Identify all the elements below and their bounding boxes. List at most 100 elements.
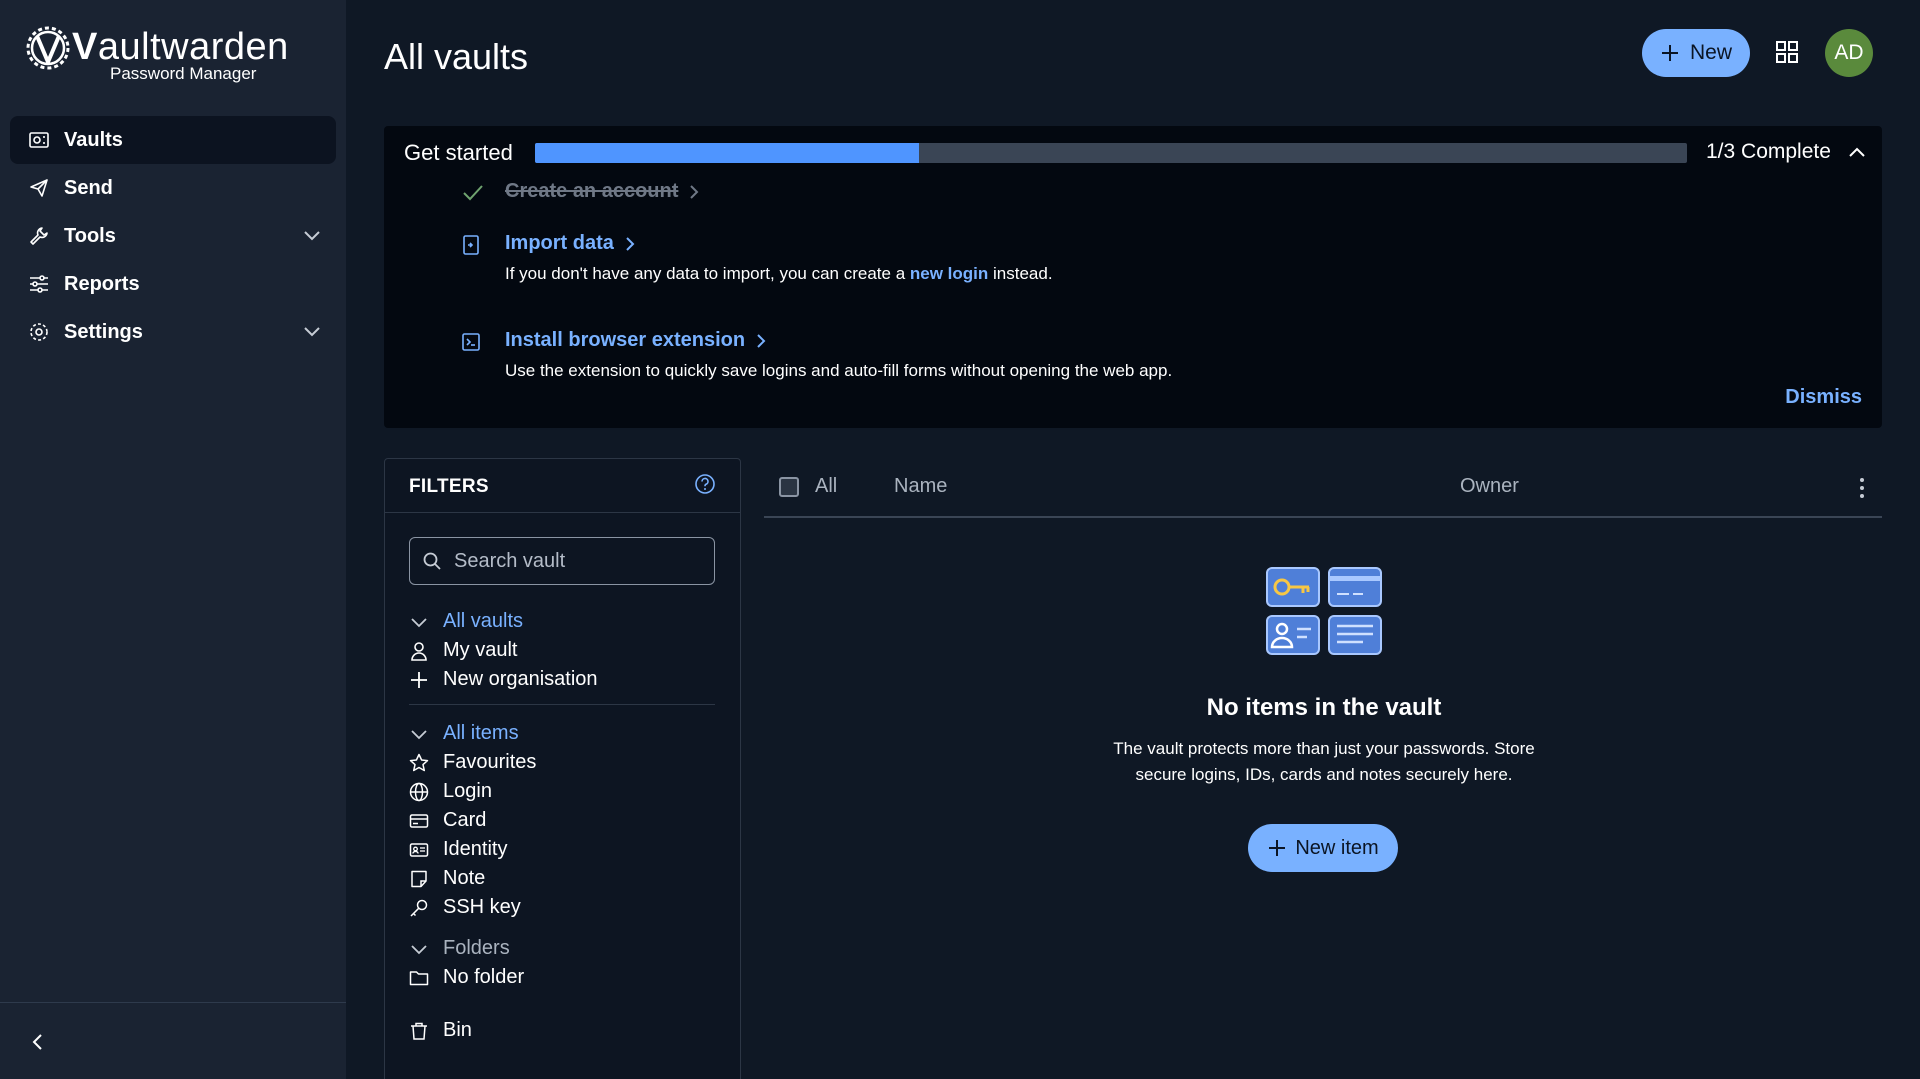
filter-ssh-key[interactable]: SSH key (409, 893, 719, 922)
sliders-icon (30, 275, 48, 293)
filter-label: SSH key (443, 896, 521, 918)
column-name-header[interactable]: Name (894, 475, 947, 498)
install-extension-link[interactable]: Install browser extension (505, 329, 767, 352)
wrench-icon (30, 227, 48, 245)
send-icon (30, 179, 48, 197)
search-vault-input[interactable] (454, 549, 694, 573)
brand-subtitle: Password Manager (110, 64, 257, 83)
filter-label: Favourites (443, 751, 537, 773)
sidebar-item-tools[interactable]: Tools (10, 212, 336, 260)
search-icon (423, 552, 441, 570)
more-options-icon[interactable] (1858, 476, 1866, 500)
trash-icon (411, 1022, 427, 1040)
progress-fill (535, 143, 919, 163)
filter-login[interactable]: Login (409, 777, 719, 806)
sidebar-item-settings[interactable]: Settings (10, 308, 336, 356)
filter-divider (409, 704, 715, 705)
filter-label: My vault (443, 639, 518, 661)
dismiss-button[interactable]: Dismiss (1785, 386, 1862, 409)
filter-no-folder[interactable]: No folder (409, 963, 719, 992)
sidebar-item-label: Settings (64, 320, 143, 343)
empty-state-title: No items in the vault (1206, 694, 1442, 721)
vaultwarden-logo[interactable]: Vaultwarden Password Manager (24, 22, 288, 84)
select-all-checkbox[interactable] (779, 477, 799, 497)
filters-title: FILTERS (409, 476, 489, 497)
column-owner-header[interactable]: Owner (1460, 475, 1519, 498)
new-button[interactable]: New (1642, 29, 1750, 77)
filter-all-vaults[interactable]: All vaults (409, 607, 719, 636)
chevron-up-icon[interactable] (1846, 142, 1868, 164)
sidebar-item-vaults[interactable]: Vaults (10, 116, 336, 164)
new-item-label: New item (1295, 836, 1379, 859)
filter-label: No folder (443, 966, 525, 988)
vault-items-illustration-icon (1266, 567, 1382, 655)
filter-label: Note (443, 867, 486, 889)
new-login-link[interactable]: new login (910, 264, 988, 283)
gear-icon (30, 323, 48, 341)
filter-label: Card (443, 809, 487, 831)
id-card-icon (409, 842, 429, 857)
product-switcher-icon[interactable] (1776, 41, 1798, 63)
chevron-down-icon (304, 231, 320, 241)
brand-name: Vaultwarden (72, 26, 289, 68)
empty-state-description: The vault protects more than just your p… (1113, 739, 1535, 784)
sidebar-item-send[interactable]: Send (10, 164, 336, 212)
column-all-label: All (815, 475, 838, 497)
get-started-progress-bar (535, 143, 1687, 163)
get-started-title: Get started (404, 140, 513, 165)
filter-label: Bin (443, 1019, 472, 1041)
filter-my-vault[interactable]: My vault (409, 636, 719, 665)
vault-table-header: All Name Owner (764, 464, 1882, 518)
filter-label: Identity (443, 838, 508, 860)
user-icon (411, 641, 427, 661)
filter-folders[interactable]: Folders (409, 934, 719, 963)
chevron-down-icon (411, 617, 427, 627)
create-account-link[interactable]: Create an account (505, 180, 700, 203)
sidebar-item-label: Vaults (64, 128, 123, 151)
progress-label: 1/3 Complete (1706, 140, 1831, 163)
avatar[interactable]: AD (1825, 29, 1873, 77)
filter-label: All items (443, 722, 519, 744)
sidebar-item-label: Reports (64, 272, 140, 295)
filter-all-items[interactable]: All items (409, 719, 719, 748)
sidebar-nav: Vaults Send Tools Reports Settings (10, 116, 336, 356)
chevron-right-icon (690, 184, 699, 199)
filter-card[interactable]: Card (409, 806, 719, 835)
plus-icon (1269, 840, 1286, 856)
plus-icon (1661, 45, 1678, 61)
filter-identity[interactable]: Identity (409, 835, 719, 864)
star-icon (409, 753, 429, 771)
filter-new-organisation[interactable]: New organisation (409, 665, 719, 694)
collapse-sidebar-icon[interactable] (26, 1030, 50, 1054)
sidebar-item-label: Tools (64, 224, 116, 247)
new-button-label: New (1689, 41, 1732, 64)
chevron-down-icon (411, 944, 427, 954)
sidebar: Vaultwarden Password Manager Vaults Send… (0, 0, 346, 1079)
card-icon (409, 813, 429, 828)
import-data-link[interactable]: Import data (505, 232, 636, 255)
install-extension-description: Use the extension to quickly save logins… (505, 361, 1173, 380)
import-file-icon (463, 235, 479, 255)
search-vault-field[interactable] (409, 537, 715, 585)
filter-bin[interactable]: Bin (409, 1016, 719, 1045)
vault-icon (29, 132, 49, 148)
chevron-right-icon (757, 333, 766, 348)
sidebar-item-reports[interactable]: Reports (10, 260, 336, 308)
import-data-description: If you don't have any data to import, yo… (505, 264, 1053, 283)
sidebar-divider (0, 1002, 346, 1003)
get-started-panel: Get started 1/3 Complete Create an accou… (384, 126, 1882, 428)
help-icon[interactable] (694, 473, 716, 495)
page-title: All vaults (384, 36, 529, 77)
key-icon (410, 899, 428, 917)
filter-note[interactable]: Note (409, 864, 719, 893)
filters-panel: FILTERS All vaults My vault New organisa… (384, 458, 741, 1079)
new-item-button[interactable]: New item (1248, 824, 1398, 872)
filter-favourites[interactable]: Favourites (409, 748, 719, 777)
browser-extension-icon (462, 333, 480, 351)
vault-filter-list: All vaults My vault New organisation All… (409, 607, 719, 1045)
chevron-right-icon (626, 236, 635, 251)
filters-header: FILTERS (385, 459, 740, 513)
filter-label: New organisation (443, 668, 598, 690)
note-icon (411, 870, 427, 887)
vaultwarden-gear-icon (26, 26, 70, 70)
